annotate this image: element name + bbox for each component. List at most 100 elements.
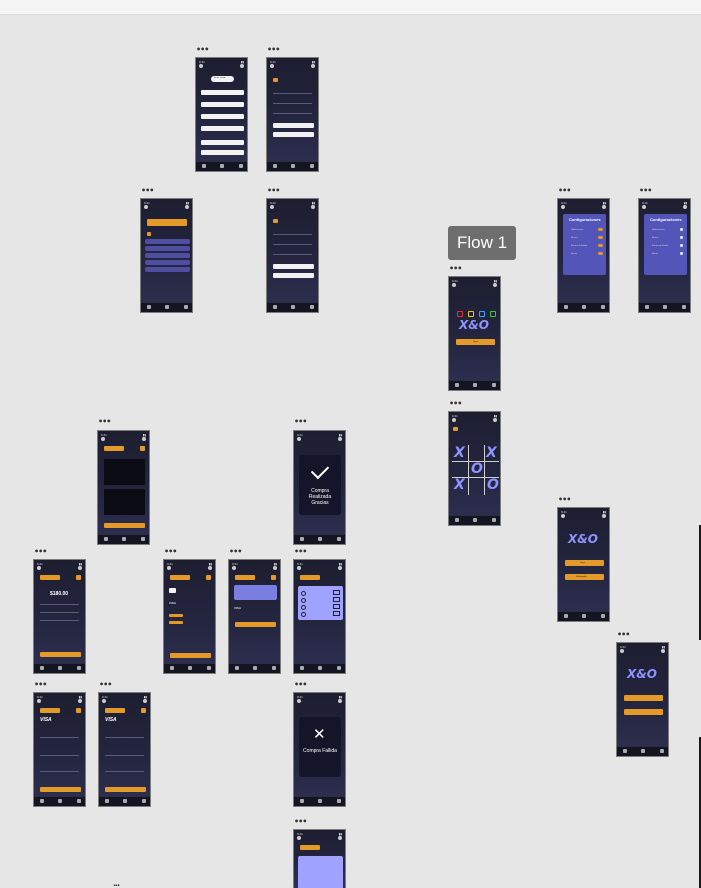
screen-payment-select[interactable]: 9:41 ▮▮ VISA [228, 559, 281, 674]
cancel-button[interactable] [273, 273, 314, 278]
frame-menu-icon[interactable]: ••• [164, 548, 177, 556]
screen-card-form[interactable]: 9:41 ▮▮ VISA [33, 692, 86, 807]
order-card[interactable] [104, 489, 145, 515]
screen-settings-off[interactable]: 9:41 ▮▮ Configuraciones Notificaciones Mu… [638, 198, 691, 313]
board-cell[interactable]: O [471, 462, 483, 476]
card-number-field[interactable] [40, 737, 79, 738]
frame-menu-icon[interactable]: ••• [294, 681, 307, 689]
frame-menu-icon[interactable]: ••• [617, 631, 630, 639]
selected-card[interactable] [234, 585, 277, 600]
pay-button[interactable] [105, 787, 146, 792]
toggle[interactable] [598, 244, 603, 247]
screen-game-menu-2[interactable]: 9:41 ▮▮ X&O [616, 642, 669, 757]
frame-menu-icon[interactable]: ••• [98, 418, 111, 426]
login-button[interactable] [201, 150, 244, 155]
screen-game-menu[interactable]: 9:41 ▮▮ X&O Jugar Multijugador [557, 507, 610, 622]
toggle[interactable] [680, 228, 683, 231]
stepper[interactable] [333, 611, 340, 616]
password-field[interactable] [201, 114, 244, 119]
continue-button[interactable] [170, 653, 211, 658]
list-item[interactable] [145, 267, 190, 272]
toggle[interactable] [598, 228, 603, 231]
login-pill[interactable]: Iniciar sesion [211, 76, 234, 82]
screen-checklist[interactable]: 9:41 ▮▮ [293, 559, 346, 674]
radio[interactable] [301, 591, 306, 596]
screen-purchase-success[interactable]: 9:41 ▮▮ Compra Realizada Gracias [293, 430, 346, 545]
stepper[interactable] [333, 597, 340, 602]
design-canvas[interactable]: Flow 1 ••• 9:41 ▮▮ Iniciar sesion ••• 9:4… [0, 15, 701, 888]
list-item[interactable] [145, 246, 190, 251]
option-button[interactable] [169, 621, 183, 624]
toggle[interactable] [680, 252, 683, 255]
frame-menu-icon[interactable]: ••• [141, 187, 154, 195]
name-field[interactable] [105, 771, 144, 772]
screen-profile-edit[interactable]: 9:41 ▮▮ [266, 198, 319, 313]
option-button[interactable] [169, 614, 183, 617]
frame-menu-icon[interactable]: ••• [449, 400, 462, 408]
board-cell[interactable]: O [487, 478, 499, 492]
save-button[interactable] [273, 264, 314, 269]
card-number-field[interactable] [105, 737, 144, 738]
cart-button[interactable] [140, 446, 145, 451]
frame-menu-icon[interactable]: ••• [558, 496, 571, 504]
frame-menu-icon[interactable]: ••• [229, 548, 242, 556]
frame-menu-icon[interactable]: ••• [558, 187, 571, 195]
board-cell[interactable]: X [454, 446, 465, 460]
screen-cart[interactable]: 9:41 ▮▮ $180.00 [33, 559, 86, 674]
list-item[interactable] [145, 253, 190, 258]
pay-button[interactable] [40, 787, 81, 792]
frame-menu-icon[interactable]: ••• [267, 46, 280, 54]
toggle[interactable] [598, 252, 603, 255]
profile-banner[interactable] [147, 219, 187, 226]
screen-orders[interactable]: 9:41 ▮▮ [97, 430, 150, 545]
back-button[interactable] [147, 232, 151, 236]
frame-menu-icon[interactable]: ••• [639, 187, 652, 195]
save-button[interactable] [273, 123, 314, 128]
screen-settings[interactable]: 9:41 ▮▮ Configuraciones Notificaciones Mu… [557, 198, 610, 313]
more-icon[interactable]: ... [113, 880, 120, 888]
frame-menu-icon[interactable]: ••• [99, 681, 112, 689]
screen-checklist-2[interactable]: 9:41 ▮▮ [293, 829, 346, 888]
email-field[interactable] [201, 90, 244, 95]
screen-game-board[interactable]: 9:41 ▮▮ X X O X O [448, 411, 501, 526]
back-button[interactable] [453, 427, 458, 431]
expiry-field[interactable] [105, 755, 144, 756]
flow-label[interactable]: Flow 1 [448, 226, 516, 260]
list-item[interactable] [145, 260, 190, 265]
cart-button[interactable] [76, 575, 81, 580]
back-button[interactable] [273, 78, 278, 82]
frame-menu-icon[interactable]: ••• [267, 187, 280, 195]
frame-menu-icon[interactable]: ••• [294, 548, 307, 556]
cart-button[interactable] [76, 708, 81, 713]
screen-payment-methods[interactable]: 9:41 ▮▮ VISA [163, 559, 216, 674]
cart-button[interactable] [141, 708, 146, 713]
frame-menu-icon[interactable]: ••• [449, 265, 462, 273]
screen-card-form-2[interactable]: 9:41 ▮▮ VISA [98, 692, 151, 807]
play-button[interactable]: Jugar [456, 339, 495, 345]
confirm-field[interactable] [201, 126, 244, 131]
multiplayer-button[interactable]: Multijugador [565, 574, 604, 580]
radio[interactable] [301, 612, 306, 617]
cart-button[interactable] [271, 575, 276, 580]
name-field[interactable] [40, 771, 79, 772]
screen-game-home[interactable]: 9:41 ▮▮ X&O Jugar [448, 276, 501, 391]
board-cell[interactable]: X [486, 446, 497, 460]
stepper[interactable] [333, 590, 340, 595]
screen-purchase-failed[interactable]: 9:41 ▮▮ ✕ Compra Fallida [293, 692, 346, 807]
frame-menu-icon[interactable]: ••• [294, 418, 307, 426]
radio[interactable] [301, 605, 306, 610]
single-player-button[interactable]: Jugar [565, 560, 604, 566]
frame-menu-icon[interactable]: ••• [294, 818, 307, 826]
cancel-button[interactable] [273, 132, 314, 137]
radio[interactable] [301, 598, 306, 603]
back-button[interactable] [273, 219, 278, 223]
screen-login[interactable]: 9:41 ▮▮ Iniciar sesion [195, 57, 248, 172]
continue-button[interactable] [235, 622, 276, 627]
toggle[interactable] [598, 236, 603, 239]
board-cell[interactable]: X [454, 478, 465, 492]
username-field[interactable] [201, 102, 244, 107]
pay-button[interactable] [40, 652, 81, 657]
expiry-field[interactable] [40, 755, 79, 756]
multiplayer-button[interactable] [624, 709, 663, 715]
register-button[interactable] [201, 140, 244, 145]
